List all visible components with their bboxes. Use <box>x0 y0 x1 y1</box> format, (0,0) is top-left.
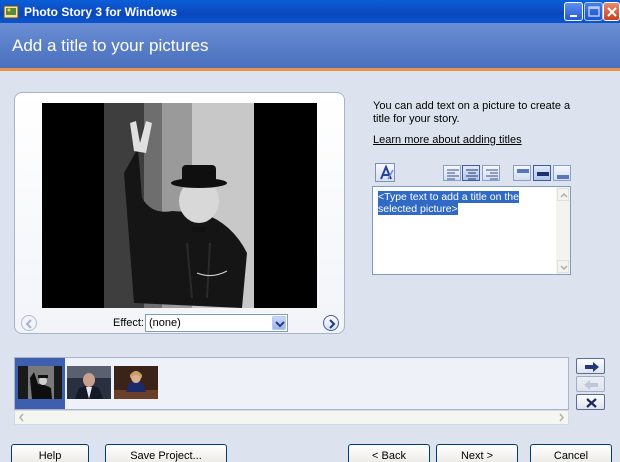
font-a-icon <box>380 164 394 180</box>
chevron-right-icon <box>329 319 336 329</box>
dropdown-arrow-button[interactable] <box>272 316 286 330</box>
thumbnail-2[interactable] <box>67 366 111 399</box>
scroll-up-button[interactable] <box>557 188 569 201</box>
save-project-button[interactable]: Save Project... <box>105 444 227 462</box>
picture-preview-panel: Effect: (none) <box>14 92 345 334</box>
move-left-arrow-icon <box>584 380 598 390</box>
align-bottom-button[interactable] <box>553 165 571 181</box>
chevron-down-icon <box>275 321 285 328</box>
align-right-icon <box>486 169 498 180</box>
align-bottom-icon <box>557 175 569 179</box>
help-button[interactable]: Help <box>11 444 89 462</box>
title-text-scrollbar[interactable] <box>556 187 570 274</box>
align-top-icon <box>517 169 529 173</box>
align-left-icon <box>447 169 459 180</box>
maximize-button[interactable] <box>584 2 603 21</box>
title-text-placeholder: <Type text to add a title on the selecte… <box>378 191 519 215</box>
align-middle-icon <box>537 172 549 176</box>
chevron-left-icon <box>19 413 24 422</box>
portrait-victory-sign <box>42 103 317 308</box>
align-top-button[interactable] <box>513 165 531 181</box>
photo-story-app-icon <box>3 5 19 18</box>
thumbnail-3[interactable] <box>114 366 158 399</box>
align-right-button[interactable] <box>482 165 500 181</box>
chevron-down-icon <box>560 265 568 271</box>
align-left-button[interactable] <box>443 165 461 181</box>
align-center-button[interactable] <box>462 165 480 181</box>
title-text-input[interactable]: <Type text to add a title on the selecte… <box>372 186 571 275</box>
effect-dropdown[interactable]: (none) <box>145 314 288 332</box>
window-titlebar[interactable]: Photo Story 3 for Windows <box>0 0 620 23</box>
move-picture-right-button[interactable] <box>576 358 605 374</box>
effect-label: Effect: <box>113 317 144 329</box>
chevron-up-icon <box>560 192 568 198</box>
close-button[interactable] <box>603 2 620 21</box>
portrait-victory-sign <box>18 366 62 399</box>
preview-picture[interactable] <box>42 103 317 308</box>
minimize-button[interactable] <box>564 2 583 21</box>
chevron-right-icon <box>559 413 564 422</box>
move-picture-left-button[interactable] <box>576 376 605 392</box>
thumbnail-1[interactable] <box>18 366 62 399</box>
page-title: Add a title to your pictures <box>12 36 209 55</box>
close-icon <box>607 7 617 17</box>
maximize-icon <box>588 6 600 17</box>
delete-x-icon <box>586 398 597 408</box>
back-button[interactable]: < Back <box>348 444 430 462</box>
picture-filmstrip[interactable] <box>14 357 569 410</box>
portrait-woman-desk <box>114 366 158 399</box>
window-title: Photo Story 3 for Windows <box>24 4 178 19</box>
select-font-button[interactable] <box>375 163 395 182</box>
learn-more-link[interactable]: Learn more about adding titles <box>373 134 522 146</box>
next-button[interactable]: Next > <box>436 444 518 462</box>
minimize-icon <box>570 15 577 17</box>
move-right-arrow-icon <box>585 362 599 372</box>
delete-picture-button[interactable] <box>576 394 605 410</box>
previous-picture-button[interactable] <box>21 315 37 331</box>
cancel-button[interactable]: Cancel <box>530 444 612 462</box>
align-middle-button[interactable] <box>533 165 551 181</box>
scroll-left-button[interactable] <box>15 411 29 424</box>
page-header: Add a title to your pictures <box>0 23 620 71</box>
chevron-left-icon <box>25 319 32 329</box>
scroll-right-button[interactable] <box>554 411 568 424</box>
next-picture-button[interactable] <box>323 315 339 331</box>
scroll-down-button[interactable] <box>557 260 569 273</box>
align-center-icon <box>466 169 478 180</box>
filmstrip-scrollbar[interactable] <box>14 410 569 425</box>
portrait-suit-man <box>67 366 111 399</box>
instructions-text: You can add text on a picture to create … <box>373 100 571 125</box>
effect-value: (none) <box>149 317 181 329</box>
